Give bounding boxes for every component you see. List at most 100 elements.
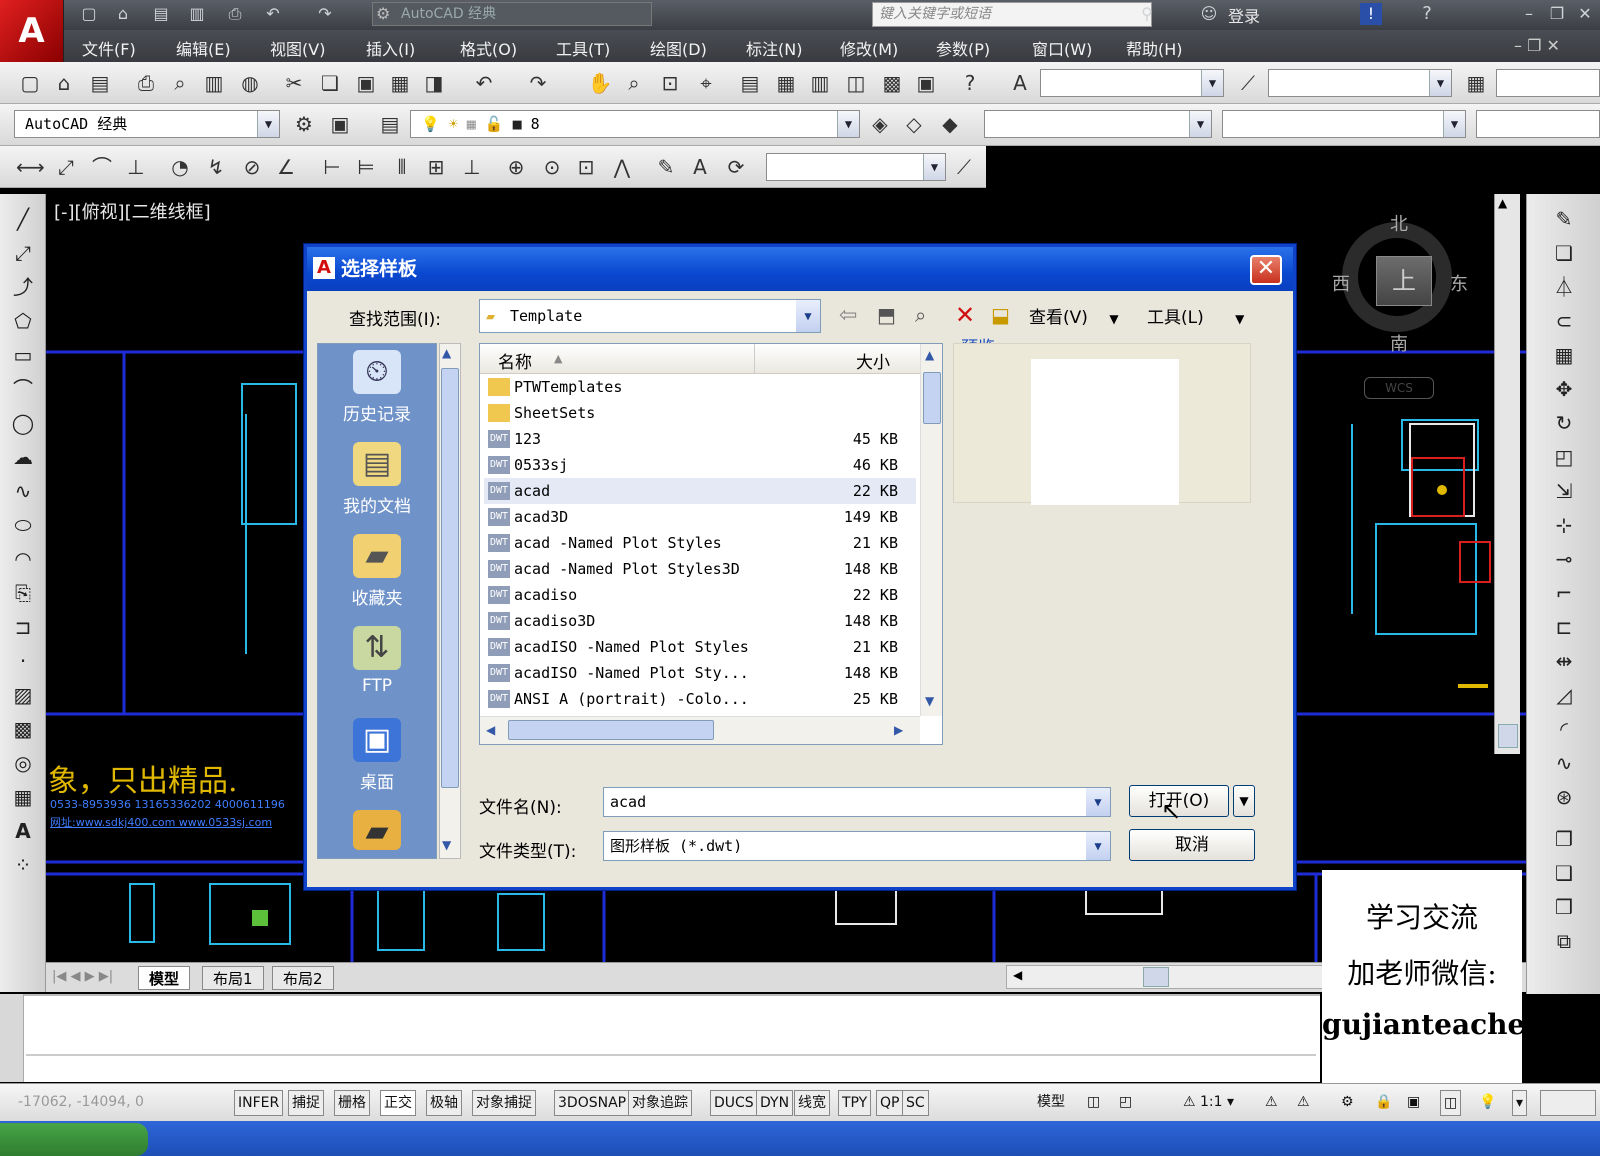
design-center-icon[interactable]: ▦ xyxy=(772,69,800,97)
dim-update-icon[interactable]: ⟳ xyxy=(722,153,750,181)
menu-tools[interactable]: 工具(T) xyxy=(556,36,610,60)
new-folder-icon[interactable]: ⬓ xyxy=(991,303,1010,327)
user-icon[interactable]: ☺ xyxy=(1198,3,1220,25)
search-input[interactable]: 键入关键字或短语 xyxy=(872,2,1152,27)
circle-icon[interactable]: ◯ xyxy=(8,408,38,438)
line-icon[interactable]: ╱ xyxy=(8,204,38,234)
column-name[interactable]: 名称 xyxy=(498,348,532,373)
quick-dim-icon[interactable]: ⊢ xyxy=(318,153,346,181)
new-icon[interactable]: ▢ xyxy=(16,69,44,97)
arc-length-icon[interactable]: ⌒ xyxy=(88,153,116,181)
rectangle-icon[interactable]: ▭ xyxy=(8,340,38,370)
horizontal-scrollbar[interactable]: ◀ xyxy=(1006,965,1326,989)
dim-style-icon[interactable]: ⟋ xyxy=(1234,69,1262,97)
continue-icon[interactable]: ⫴ xyxy=(388,153,416,181)
mirror-icon[interactable]: ⏃ xyxy=(1549,272,1579,302)
lineweight-combo[interactable] xyxy=(1476,110,1600,138)
workspace-settings-icon[interactable]: ▣ xyxy=(326,110,354,138)
start-button[interactable] xyxy=(0,1123,148,1156)
compass-south[interactable]: 南 xyxy=(1390,330,1408,356)
jogged-linear-icon[interactable]: ⋀ xyxy=(608,153,636,181)
compass-north[interactable]: 北 xyxy=(1390,210,1408,236)
back-icon[interactable]: ⇦ xyxy=(839,303,857,328)
viewcube-top-face[interactable]: 上 xyxy=(1376,256,1432,306)
menu-view[interactable]: 视图(V) xyxy=(270,36,325,60)
tools-menu[interactable]: 工具(L) ▼ xyxy=(1147,303,1244,328)
diameter-icon[interactable]: ⊘ xyxy=(238,153,266,181)
layer-combo[interactable]: 💡 ☀ ▦ 🔓 ■ 8 ▼ xyxy=(410,110,860,138)
workspace-selector[interactable]: AutoCAD 经典 ▼ xyxy=(14,110,280,138)
make-block-icon[interactable]: ⊐ xyxy=(8,612,38,642)
break-point-icon[interactable]: ⌐ xyxy=(1549,578,1579,608)
workspace-combo[interactable]: AutoCAD 经典 xyxy=(372,2,652,26)
new-icon[interactable]: ▢ xyxy=(78,3,100,25)
file-row[interactable]: DWT 0533sj 46 KB xyxy=(484,452,916,478)
save-icon[interactable]: ▤ xyxy=(150,3,172,25)
explode-icon[interactable]: ⊛ xyxy=(1549,782,1579,812)
angular-icon[interactable]: ∠ xyxy=(272,153,300,181)
fillet-icon[interactable]: ◜ xyxy=(1549,714,1579,744)
layout-quickview-icon[interactable]: ◫ xyxy=(1084,1090,1103,1116)
place-history[interactable]: ⏲ 历史记录 xyxy=(318,350,436,425)
publish-icon[interactable]: ▥ xyxy=(200,69,228,97)
tool-palettes-icon[interactable]: ▥ xyxy=(806,69,834,97)
paste-icon[interactable]: ▣ xyxy=(352,69,380,97)
layer-previous-icon[interactable]: ◇ xyxy=(900,110,928,138)
place-ftp[interactable]: ⇅ FTP xyxy=(318,626,436,696)
insert-block-icon[interactable]: ⎘ xyxy=(8,578,38,608)
match-properties-icon[interactable]: ▦ xyxy=(386,69,414,97)
layer-states-icon[interactable]: ◆ xyxy=(936,110,964,138)
properties-icon[interactable]: ▤ xyxy=(736,69,764,97)
scale-icon[interactable]: ◰ xyxy=(1549,442,1579,472)
spline-icon[interactable]: ∿ xyxy=(8,476,38,506)
linetype-combo[interactable]: ▼ xyxy=(1222,110,1466,138)
compass-east[interactable]: 东 xyxy=(1450,270,1468,296)
baseline-icon[interactable]: ⊨ xyxy=(352,153,380,181)
cancel-button[interactable]: 取消 xyxy=(1129,829,1255,861)
copy-icon[interactable]: ❏ xyxy=(316,69,344,97)
auto-scale-icon[interactable]: ⚠ xyxy=(1294,1090,1313,1116)
menu-edit[interactable]: 编辑(E) xyxy=(176,36,231,60)
annotation-scale[interactable]: ⚠ 1:1 ▾ xyxy=(1180,1090,1237,1116)
blend-icon[interactable]: ∿ xyxy=(1549,748,1579,778)
arc-icon[interactable]: ⌒ xyxy=(8,374,38,404)
trim-icon[interactable]: ⊹ xyxy=(1549,510,1579,540)
toggle-snap[interactable]: 捕捉 xyxy=(288,1090,324,1116)
dim-style-manager-icon[interactable]: ⟋ xyxy=(950,153,978,181)
toggle-dyn[interactable]: DYN xyxy=(756,1090,794,1116)
revision-cloud-icon[interactable]: ☁ xyxy=(8,442,38,472)
tab-layout1[interactable]: 布局1 xyxy=(202,966,264,990)
file-row[interactable]: DWT ANSI A (portrait) -Colo... 25 KB xyxy=(484,686,916,712)
vertical-scrollbar[interactable]: ▲ xyxy=(1494,194,1520,754)
text-style-icon[interactable]: A xyxy=(1006,69,1034,97)
menu-window[interactable]: 窗口(W) xyxy=(1032,36,1092,60)
toggle-otrack[interactable]: 对象追踪 xyxy=(628,1090,692,1116)
center-mark-icon[interactable]: ⊙ xyxy=(538,153,566,181)
filetype-select[interactable]: 图形样板 (*.dwt) ▼ xyxy=(603,831,1111,861)
undo-icon[interactable]: ↶ xyxy=(470,69,498,97)
scroll-down-icon[interactable]: ▼ xyxy=(442,838,451,852)
markup-icon[interactable]: ▩ xyxy=(878,69,906,97)
redo-icon[interactable]: ↷ xyxy=(314,3,336,25)
ordinate-icon[interactable]: ⊥ xyxy=(122,153,150,181)
search-web-icon[interactable]: ⌕ xyxy=(915,303,926,327)
hardware-accel-icon[interactable]: ▣ xyxy=(1404,1090,1423,1116)
dim-style-combo[interactable]: ▼ xyxy=(1268,69,1452,97)
scroll-up-icon[interactable]: ▲ xyxy=(925,348,934,362)
rotate-icon[interactable]: ↻ xyxy=(1549,408,1579,438)
file-row[interactable]: DWT acad -Named Plot Styles 21 KB xyxy=(484,530,916,556)
file-list-hscrollbar[interactable]: ◀ ▶ xyxy=(480,716,920,744)
toggle-ducs[interactable]: DUCS xyxy=(710,1090,758,1116)
table-style-icon[interactable]: ▦ xyxy=(1462,69,1490,97)
bring-front-icon[interactable]: ❑ xyxy=(1549,858,1579,888)
tab-layout2[interactable]: 布局2 xyxy=(272,966,334,990)
print-icon[interactable]: ⎙ xyxy=(224,3,246,25)
file-row[interactable]: DWT acadiso 22 KB xyxy=(484,582,916,608)
toggle-polar[interactable]: 极轴 xyxy=(426,1090,462,1116)
zoom-window-icon[interactable]: ⊡ xyxy=(656,69,684,97)
scroll-thumb[interactable] xyxy=(1143,967,1169,987)
array-icon[interactable]: ▦ xyxy=(1549,340,1579,370)
block-editor-icon[interactable]: ◨ xyxy=(420,69,448,97)
menu-dimension[interactable]: 标注(N) xyxy=(746,36,802,60)
undo-icon[interactable]: ↶ xyxy=(262,3,284,25)
